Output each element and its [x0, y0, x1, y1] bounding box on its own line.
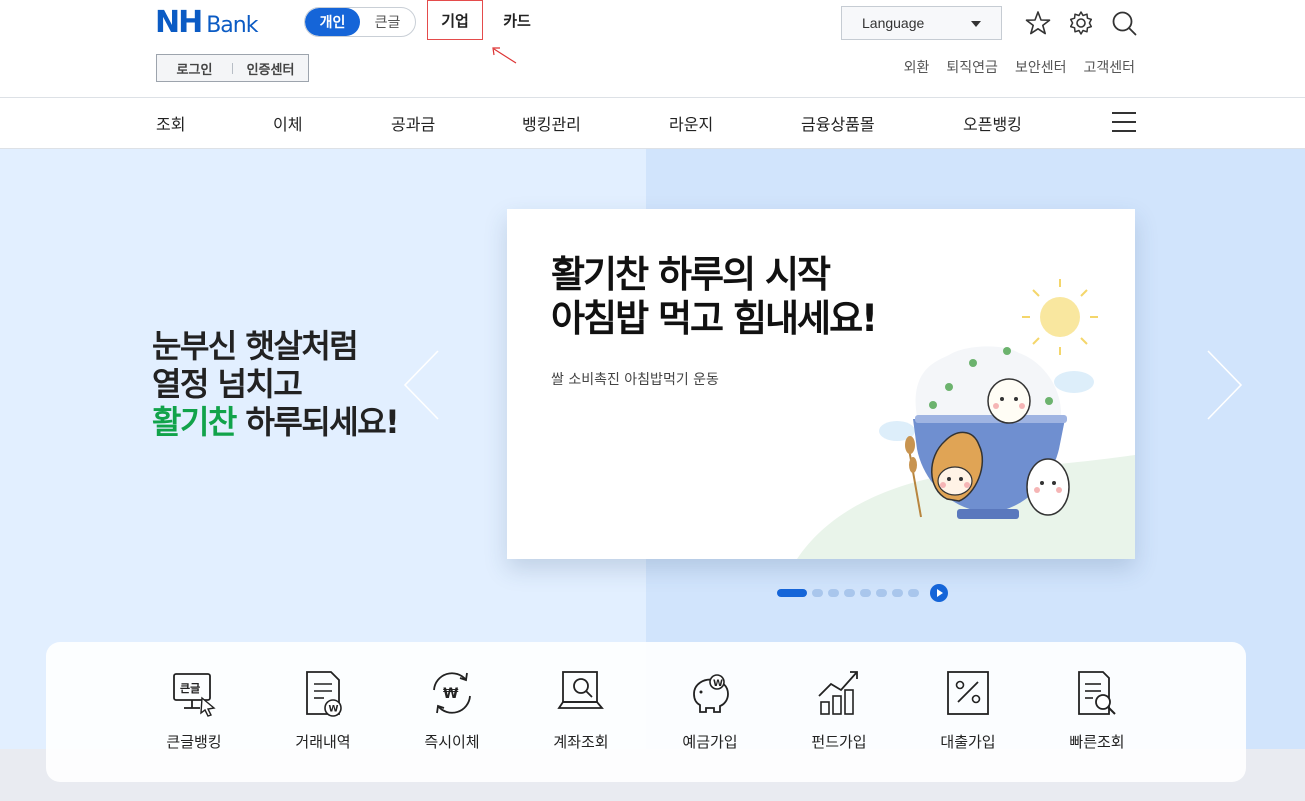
document-won-icon: W — [299, 668, 347, 718]
slide-prev-button[interactable] — [402, 349, 442, 421]
bar-chart-icon — [815, 668, 863, 718]
utility-links: 외환 퇴직연금 보안센터 고객센터 — [904, 57, 1135, 77]
pager-dot[interactable] — [812, 589, 823, 597]
login-button[interactable]: 로그인 — [157, 59, 232, 78]
quick-transaction-history[interactable]: W 거래내역 — [268, 668, 378, 758]
slide-subtitle: 쌀 소비촉진 아침밥먹기 운동 — [551, 372, 719, 388]
piggy-bank-icon: W — [686, 668, 734, 718]
gnb-open-banking[interactable]: 오픈뱅킹 — [963, 98, 1022, 148]
quick-loan-signup[interactable]: 대출가입 — [913, 668, 1023, 758]
pager-dot[interactable] — [860, 589, 871, 597]
star-icon[interactable] — [1024, 9, 1052, 37]
util-link-security[interactable]: 보안센터 — [1015, 57, 1067, 77]
pager-dot[interactable] — [828, 589, 839, 597]
gnb-inquiry[interactable]: 조회 — [156, 98, 185, 148]
pager-dot-active[interactable] — [777, 589, 807, 597]
login-cert-box: 로그인 인증센터 — [156, 54, 309, 82]
util-link-fx[interactable]: 외환 — [904, 57, 930, 77]
language-select-label: Language — [862, 15, 925, 31]
quick-account-inquiry[interactable]: 계좌조회 — [526, 668, 636, 758]
util-link-customer[interactable]: 고객센터 — [1083, 57, 1135, 77]
hero-copy-line1: 눈부신 햇살처럼 — [152, 327, 359, 365]
quick-label: 거래내역 — [295, 733, 351, 751]
quick-deposit-signup[interactable]: W 예금가입 — [655, 668, 765, 758]
quick-label: 계좌조회 — [553, 733, 609, 751]
laptop-search-icon — [557, 668, 605, 718]
nh-bank-logo[interactable]: NH Bank — [155, 5, 258, 40]
gnb-lounge[interactable]: 라운지 — [669, 98, 713, 148]
global-nav: 조회 이체 공과금 뱅킹관리 라운지 금융상품몰 오픈뱅킹 — [0, 97, 1305, 149]
quick-menu-panel: 큰글 큰글뱅킹 W 거래내역 ₩ 즉시이체 계좌조회 W 예금가입 펀드가입 대… — [46, 642, 1246, 782]
svg-text:W: W — [329, 705, 339, 715]
personal-largetext-toggle: 개인 큰글 — [304, 7, 416, 37]
search-icon[interactable] — [1110, 9, 1138, 37]
hero-copy: 눈부신 햇살처럼 열정 넘치고 활기찬 하루되세요! — [152, 327, 400, 441]
logo-bank-text: Bank — [206, 13, 258, 38]
caret-down-icon — [971, 21, 981, 27]
quick-fund-signup[interactable]: 펀드가입 — [784, 668, 894, 758]
large-text-monitor-icon: 큰글 — [170, 668, 218, 718]
tab-personal[interactable]: 개인 — [305, 8, 360, 36]
quick-label: 예금가입 — [682, 733, 738, 751]
gnb-financial-mall[interactable]: 금융상품몰 — [801, 98, 875, 148]
quick-large-text-banking[interactable]: 큰글 큰글뱅킹 — [139, 668, 249, 758]
pager-dot[interactable] — [908, 589, 919, 597]
promo-slide-card[interactable]: 활기찬 하루의 시작 아침밥 먹고 힘내세요! 쌀 소비촉진 아침밥먹기 운동 — [507, 209, 1135, 559]
play-icon[interactable] — [930, 584, 948, 602]
card-link[interactable]: 카드 — [494, 0, 540, 40]
quick-label: 빠른조회 — [1069, 733, 1125, 751]
pager-dot[interactable] — [892, 589, 903, 597]
hero-copy-line3: 활기찬 하루되세요! — [152, 403, 400, 441]
svg-text:₩: ₩ — [443, 686, 459, 702]
pager-dot[interactable] — [844, 589, 855, 597]
gear-icon[interactable] — [1067, 9, 1095, 37]
refresh-won-icon: ₩ — [428, 668, 476, 718]
top-header: NH Bank 개인 큰글 기업 카드 Language 로그인 인증센터 외환… — [0, 0, 1305, 97]
gnb-banking-management[interactable]: 뱅킹관리 — [522, 98, 581, 148]
quick-fast-inquiry[interactable]: 빠른조회 — [1042, 668, 1152, 758]
cert-center-button[interactable]: 인증센터 — [233, 59, 308, 78]
util-link-pension[interactable]: 퇴직연금 — [946, 57, 998, 77]
bowl-text: 큰글 — [180, 682, 200, 695]
quick-label: 대출가입 — [940, 733, 996, 751]
pager-dot[interactable] — [876, 589, 887, 597]
hero-copy-line3-rest: 하루되세요! — [235, 403, 399, 441]
slide-pager — [777, 584, 948, 602]
hero-copy-line2: 열정 넘치고 — [152, 365, 303, 403]
slide-next-button[interactable] — [1204, 349, 1244, 421]
quick-label: 큰글뱅킹 — [166, 733, 222, 751]
language-select[interactable]: Language — [841, 6, 1002, 40]
hero-copy-green: 활기찬 — [152, 403, 237, 441]
hamburger-menu-icon[interactable] — [1112, 112, 1136, 134]
rice-bowl-illustration — [797, 279, 1135, 559]
quick-label: 펀드가입 — [811, 733, 867, 751]
logo-nh-text: NH — [155, 5, 203, 40]
tab-large-text[interactable]: 큰글 — [360, 8, 415, 36]
quick-instant-transfer[interactable]: ₩ 즉시이체 — [397, 668, 507, 758]
business-banking-link[interactable]: 기업 — [427, 0, 483, 40]
svg-text:W: W — [713, 679, 723, 689]
annotation-arrow-icon — [492, 47, 517, 64]
gnb-transfer[interactable]: 이체 — [273, 98, 302, 148]
doc-search-icon — [1073, 668, 1121, 718]
gnb-utility-bills[interactable]: 공과금 — [391, 98, 435, 148]
quick-label: 즉시이체 — [424, 733, 480, 751]
percent-box-icon — [944, 668, 992, 718]
